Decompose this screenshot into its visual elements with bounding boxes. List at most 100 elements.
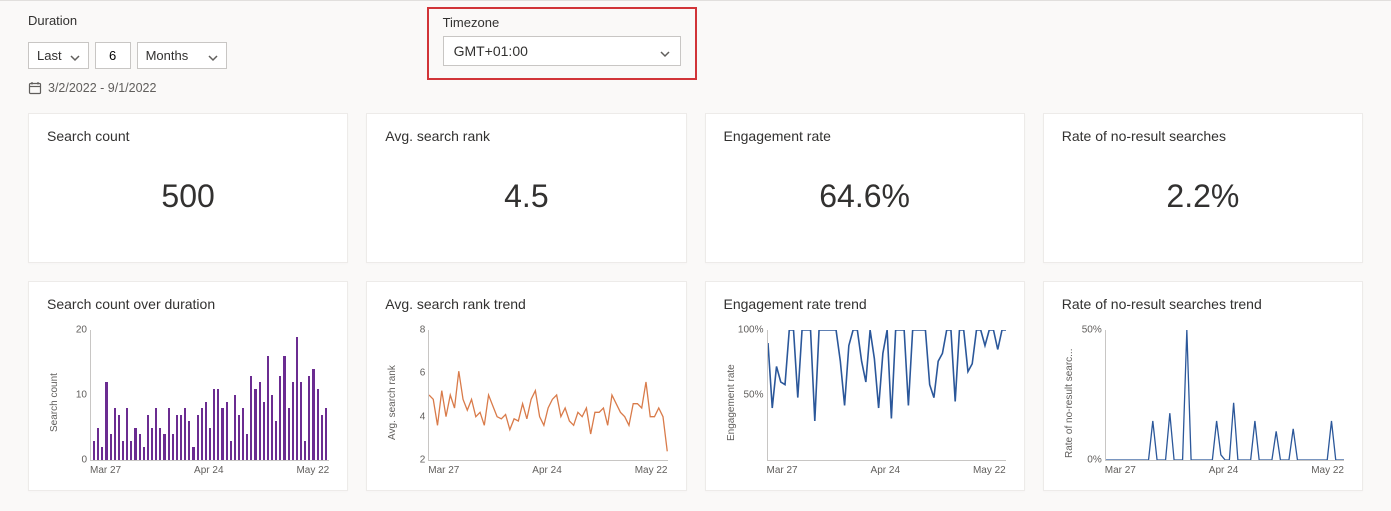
chart-title: Search count over duration — [47, 296, 329, 312]
bar — [263, 402, 265, 461]
bar — [321, 415, 323, 461]
bar — [114, 408, 116, 460]
duration-type-select[interactable]: Last — [28, 42, 89, 69]
x-tick: Mar 27 — [90, 465, 121, 476]
bar — [163, 434, 165, 460]
bar — [209, 428, 211, 461]
metric-value: 2.2% — [1062, 144, 1344, 248]
metric-value: 4.5 — [385, 144, 667, 248]
metric-title: Search count — [47, 128, 329, 144]
y-axis-label: Engagement rate — [724, 330, 739, 476]
duration-unit-select[interactable]: Months — [137, 42, 227, 69]
bar — [259, 382, 261, 460]
duration-label: Duration — [28, 13, 227, 28]
y-tick: 50% — [1082, 325, 1102, 336]
y-tick: 0 — [81, 455, 87, 466]
bar — [325, 408, 327, 460]
duration-type-value: Last — [37, 48, 62, 63]
x-tick: May 22 — [1311, 465, 1344, 476]
x-tick: May 22 — [296, 465, 329, 476]
bar — [180, 415, 182, 461]
bar — [93, 441, 95, 461]
bar — [97, 428, 99, 461]
bar — [139, 434, 141, 460]
bar — [205, 402, 207, 461]
bar — [267, 356, 269, 460]
y-tick: 6 — [420, 368, 426, 379]
bar — [147, 415, 149, 461]
metric-title: Rate of no-result searches — [1062, 128, 1344, 144]
chart-card: Engagement rate trend Engagement rate 50%1… — [705, 281, 1025, 491]
bar — [275, 421, 277, 460]
bar — [221, 408, 223, 460]
plot-area: 01020 — [90, 330, 329, 461]
bar — [151, 428, 153, 461]
metric-value: 64.6% — [724, 144, 1006, 248]
chevron-down-icon — [70, 51, 80, 61]
chart-title: Engagement rate trend — [724, 296, 1006, 312]
metric-card: Rate of no-result searches2.2% — [1043, 113, 1363, 263]
bar — [143, 447, 145, 460]
x-tick: Mar 27 — [767, 465, 798, 476]
x-tick: May 22 — [635, 465, 668, 476]
bar — [105, 382, 107, 460]
bar — [292, 382, 294, 460]
metric-card: Search count500 — [28, 113, 348, 263]
timezone-value: GMT+01:00 — [454, 43, 528, 59]
chevron-down-icon — [208, 51, 218, 61]
timezone-highlight-box: Timezone GMT+01:00 — [427, 7, 697, 80]
chevron-down-icon — [660, 46, 670, 56]
date-range-text: 3/2/2022 - 9/1/2022 — [48, 81, 156, 95]
y-tick: 8 — [420, 325, 426, 336]
bar — [130, 441, 132, 461]
bar — [283, 356, 285, 460]
chart-card: Rate of no-result searches trend Rate of … — [1043, 281, 1363, 491]
calendar-icon — [28, 81, 42, 95]
bar — [217, 389, 219, 461]
line-series — [429, 371, 667, 451]
bar — [101, 447, 103, 460]
metric-title: Engagement rate — [724, 128, 1006, 144]
y-tick: 50% — [743, 390, 763, 401]
chart-title: Rate of no-result searches trend — [1062, 296, 1344, 312]
plot-area: 0%50% — [1105, 330, 1344, 461]
bar — [126, 408, 128, 460]
bar — [271, 395, 273, 460]
y-tick: 10 — [76, 390, 87, 401]
duration-unit-value: Months — [146, 48, 189, 63]
bar — [197, 415, 199, 461]
metric-value: 500 — [47, 144, 329, 248]
bar — [184, 408, 186, 460]
bar — [168, 408, 170, 460]
y-axis-label: Avg. search rank — [385, 330, 400, 476]
timezone-select[interactable]: GMT+01:00 — [443, 36, 681, 66]
bar — [226, 402, 228, 461]
bar — [192, 447, 194, 460]
y-tick: 2 — [420, 455, 426, 466]
bar — [110, 434, 112, 460]
bar — [201, 408, 203, 460]
bar — [242, 408, 244, 460]
bar — [213, 389, 215, 461]
y-tick: 20 — [76, 325, 87, 336]
bar — [188, 421, 190, 460]
metric-card: Engagement rate64.6% — [705, 113, 1025, 263]
plot-area: 50%100% — [767, 330, 1006, 461]
y-axis-label: Rate of no-result searc... — [1062, 330, 1077, 476]
duration-value-input[interactable] — [95, 42, 131, 69]
x-tick: Apr 24 — [532, 465, 561, 476]
bar — [288, 408, 290, 460]
bar — [159, 428, 161, 461]
bar — [118, 415, 120, 461]
bar — [308, 376, 310, 461]
chart-title: Avg. search rank trend — [385, 296, 667, 312]
bar — [254, 389, 256, 461]
bar — [304, 441, 306, 461]
x-tick: Mar 27 — [428, 465, 459, 476]
x-tick: Apr 24 — [1209, 465, 1238, 476]
bar — [122, 441, 124, 461]
bar — [250, 376, 252, 461]
y-axis-label: Search count — [47, 330, 62, 476]
bar — [246, 434, 248, 460]
bar — [234, 395, 236, 460]
